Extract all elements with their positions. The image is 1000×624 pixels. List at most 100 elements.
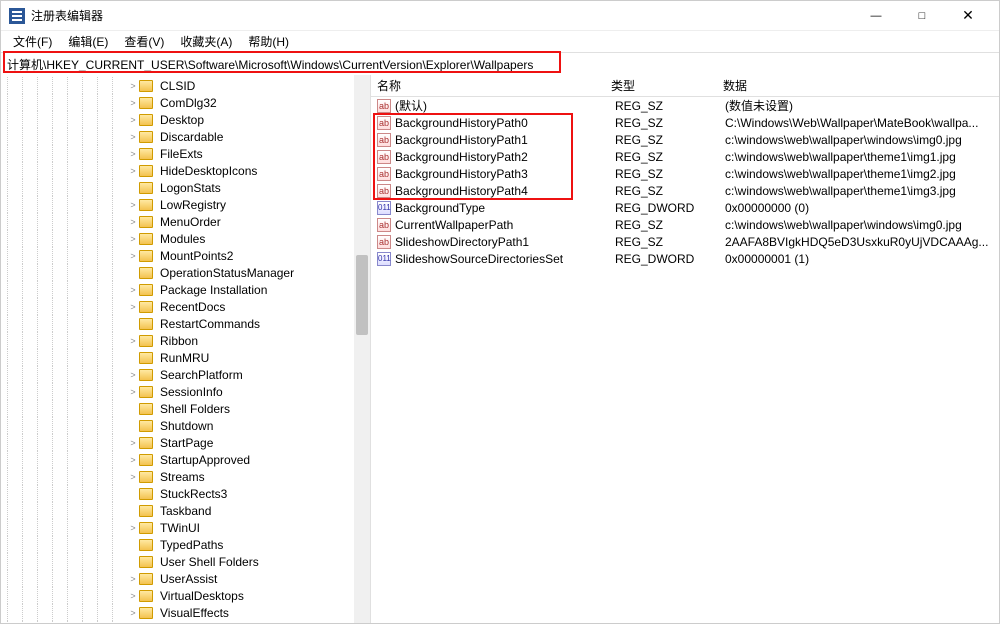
value-row[interactable]: abCurrentWallpaperPathREG_SZc:\windows\w…: [371, 216, 999, 233]
tree-item-label: Shell Folders: [157, 401, 233, 417]
tree-item[interactable]: >CLSID: [1, 77, 354, 94]
chevron-right-icon[interactable]: >: [127, 234, 139, 244]
value-type: REG_SZ: [615, 116, 725, 130]
chevron-right-icon[interactable]: >: [127, 115, 139, 125]
value-type: REG_SZ: [615, 133, 725, 147]
chevron-right-icon[interactable]: >: [127, 285, 139, 295]
column-data[interactable]: 数据: [721, 77, 999, 94]
chevron-right-icon[interactable]: >: [127, 608, 139, 618]
tree-item[interactable]: > Package Installation: [1, 281, 354, 298]
tree-item[interactable]: User Shell Folders: [1, 553, 354, 570]
tree-item[interactable]: >TWinUI: [1, 519, 354, 536]
tree-item[interactable]: Shutdown: [1, 417, 354, 434]
value-row[interactable]: abBackgroundHistoryPath2REG_SZc:\windows…: [371, 148, 999, 165]
tree-item[interactable]: >RecentDocs: [1, 298, 354, 315]
chevron-right-icon[interactable]: >: [127, 302, 139, 312]
tree-item[interactable]: > HideDesktopIcons: [1, 162, 354, 179]
maximize-button[interactable]: □: [899, 2, 945, 30]
tree-item[interactable]: StuckRects3: [1, 485, 354, 502]
chevron-right-icon[interactable]: >: [127, 523, 139, 533]
chevron-right-icon[interactable]: >: [127, 438, 139, 448]
tree-item[interactable]: LogonStats: [1, 179, 354, 196]
value-row[interactable]: abBackgroundHistoryPath4REG_SZc:\windows…: [371, 182, 999, 199]
tree-pane[interactable]: >CLSID>ComDlg32>Desktop>Discardable>File…: [1, 75, 371, 623]
tree-item[interactable]: >VisualEffects: [1, 604, 354, 621]
column-name[interactable]: 名称: [371, 77, 611, 94]
tree-item[interactable]: Taskband: [1, 502, 354, 519]
tree-item[interactable]: > ComDlg32: [1, 94, 354, 111]
tree-item-label: ComDlg32: [157, 95, 220, 111]
tree-item[interactable]: >StartupApproved: [1, 451, 354, 468]
tree-item[interactable]: >SessionInfo: [1, 383, 354, 400]
tree-item[interactable]: Wallpaper: [1, 621, 354, 623]
chevron-right-icon[interactable]: >: [127, 166, 139, 176]
tree-item[interactable]: >MountPoints2: [1, 247, 354, 264]
tree-item[interactable]: Shell Folders: [1, 400, 354, 417]
reg-sz-icon: ab: [377, 167, 391, 181]
menu-view[interactable]: 查看(V): [116, 31, 172, 52]
list-header: 名称 类型 数据: [371, 75, 999, 97]
menu-favorites[interactable]: 收藏夹(A): [172, 31, 240, 52]
chevron-right-icon[interactable]: >: [127, 455, 139, 465]
value-row[interactable]: 011SlideshowSourceDirectoriesSetREG_DWOR…: [371, 250, 999, 267]
tree-item-label: Package Installation: [157, 282, 270, 298]
tree-item[interactable]: RestartCommands: [1, 315, 354, 332]
menu-help[interactable]: 帮助(H): [240, 31, 297, 52]
chevron-right-icon[interactable]: >: [127, 217, 139, 227]
tree-item[interactable]: >Streams: [1, 468, 354, 485]
chevron-right-icon[interactable]: >: [127, 336, 139, 346]
chevron-right-icon[interactable]: >: [127, 200, 139, 210]
value-row[interactable]: 011BackgroundTypeREG_DWORD0x00000000 (0): [371, 199, 999, 216]
tree-item[interactable]: > UserAssist: [1, 570, 354, 587]
tree-item[interactable]: >SearchPlatform: [1, 366, 354, 383]
value-row[interactable]: abBackgroundHistoryPath0REG_SZC:\Windows…: [371, 114, 999, 131]
folder-icon: [139, 335, 153, 347]
address-bar[interactable]: 计算机\HKEY_CURRENT_USER\Software\Microsoft…: [1, 53, 999, 75]
chevron-right-icon[interactable]: >: [127, 591, 139, 601]
tree-item-label: HideDesktopIcons: [157, 163, 260, 179]
value-data: (数值未设置): [725, 97, 999, 114]
value-row[interactable]: ab(默认)REG_SZ(数值未设置): [371, 97, 999, 114]
tree-item[interactable]: OperationStatusManager: [1, 264, 354, 281]
column-type[interactable]: 类型: [611, 77, 721, 94]
chevron-right-icon[interactable]: >: [127, 81, 139, 91]
tree-item-label: UserAssist: [157, 571, 220, 587]
tree-item-label: Wallpaper: [157, 622, 217, 624]
tree-item[interactable]: >Desktop: [1, 111, 354, 128]
tree-item-label: Discardable: [157, 129, 226, 145]
close-button[interactable]: ✕: [945, 2, 991, 30]
tree-item[interactable]: >Modules: [1, 230, 354, 247]
menu-file[interactable]: 文件(F): [5, 31, 60, 52]
chevron-right-icon[interactable]: >: [127, 149, 139, 159]
tree-item[interactable]: TypedPaths: [1, 536, 354, 553]
tree-item-label: Shutdown: [157, 418, 216, 434]
value-row[interactable]: abBackgroundHistoryPath3REG_SZc:\windows…: [371, 165, 999, 182]
value-row[interactable]: abBackgroundHistoryPath1REG_SZc:\windows…: [371, 131, 999, 148]
tree-item[interactable]: >StartPage: [1, 434, 354, 451]
menu-edit[interactable]: 编辑(E): [60, 31, 116, 52]
tree-scrollbar[interactable]: [354, 75, 370, 623]
value-name: (默认): [395, 97, 615, 114]
scrollbar-thumb[interactable]: [356, 255, 368, 335]
tree-item[interactable]: >VirtualDesktops: [1, 587, 354, 604]
chevron-right-icon[interactable]: >: [127, 132, 139, 142]
value-row[interactable]: abSlideshowDirectoryPath1REG_SZ2AAFA8BVI…: [371, 233, 999, 250]
chevron-right-icon[interactable]: >: [127, 98, 139, 108]
minimize-button[interactable]: —: [853, 2, 899, 30]
tree-item[interactable]: >Ribbon: [1, 332, 354, 349]
chevron-right-icon[interactable]: >: [127, 370, 139, 380]
chevron-right-icon[interactable]: >: [127, 251, 139, 261]
folder-icon: [139, 182, 153, 194]
chevron-right-icon[interactable]: >: [127, 387, 139, 397]
tree-item[interactable]: > Discardable: [1, 128, 354, 145]
chevron-right-icon[interactable]: >: [127, 574, 139, 584]
value-name: BackgroundType: [395, 201, 615, 215]
value-type: REG_SZ: [615, 150, 725, 164]
tree-item[interactable]: >FileExts: [1, 145, 354, 162]
tree-item[interactable]: >LowRegistry: [1, 196, 354, 213]
chevron-right-icon[interactable]: >: [127, 472, 139, 482]
tree-item[interactable]: RunMRU: [1, 349, 354, 366]
tree-item[interactable]: > MenuOrder: [1, 213, 354, 230]
tree-item-label: MenuOrder: [157, 214, 224, 230]
address-bar-container: 计算机\HKEY_CURRENT_USER\Software\Microsoft…: [1, 53, 999, 75]
